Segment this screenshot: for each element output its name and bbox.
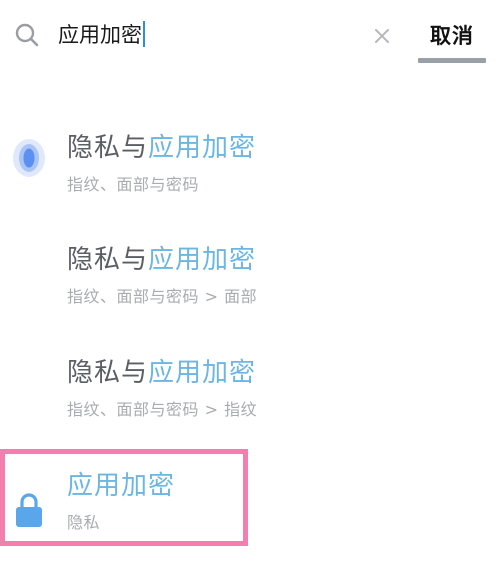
search-icon: [15, 23, 39, 47]
text-caret: [143, 21, 145, 47]
fingerprint-icon: [13, 139, 45, 177]
result-subtitle: 指纹、面部与密码: [67, 175, 200, 194]
result-title: 隐私与应用加密: [67, 130, 256, 166]
list-item[interactable]: 隐私与应用加密 指纹、面部与密码 > 面部: [0, 242, 500, 348]
result-title-highlight: 应用加密: [67, 471, 176, 501]
list-item[interactable]: 应用加密 隐私: [0, 468, 500, 574]
result-title-prefix: 隐私与: [67, 358, 149, 388]
result-title: 隐私与应用加密: [67, 242, 256, 278]
result-title-prefix: 隐私与: [67, 133, 149, 163]
cancel-underline: [418, 58, 486, 63]
search-query-text: 应用加密: [58, 23, 142, 47]
result-subtitle: 指纹、面部与密码 > 指纹: [67, 400, 258, 419]
result-title: 隐私与应用加密: [67, 355, 256, 391]
result-title-highlight: 应用加密: [148, 245, 257, 275]
search-bar: 应用加密 取消: [0, 0, 500, 72]
result-title-prefix: 隐私与: [67, 245, 149, 275]
lock-icon: [16, 493, 42, 527]
cancel-button[interactable]: 取消: [418, 14, 486, 66]
list-item[interactable]: 隐私与应用加密 指纹、面部与密码 > 指纹: [0, 355, 500, 461]
result-subtitle: 隐私: [67, 513, 101, 532]
cancel-button-label: 取消: [430, 24, 474, 48]
list-item[interactable]: 隐私与应用加密 指纹、面部与密码: [0, 130, 500, 236]
search-input[interactable]: 应用加密: [58, 20, 145, 50]
result-title-highlight: 应用加密: [148, 133, 257, 163]
result-title: 应用加密: [67, 468, 175, 504]
result-title-highlight: 应用加密: [148, 358, 257, 388]
close-icon[interactable]: [372, 26, 392, 46]
result-subtitle: 指纹、面部与密码 > 面部: [67, 287, 258, 306]
